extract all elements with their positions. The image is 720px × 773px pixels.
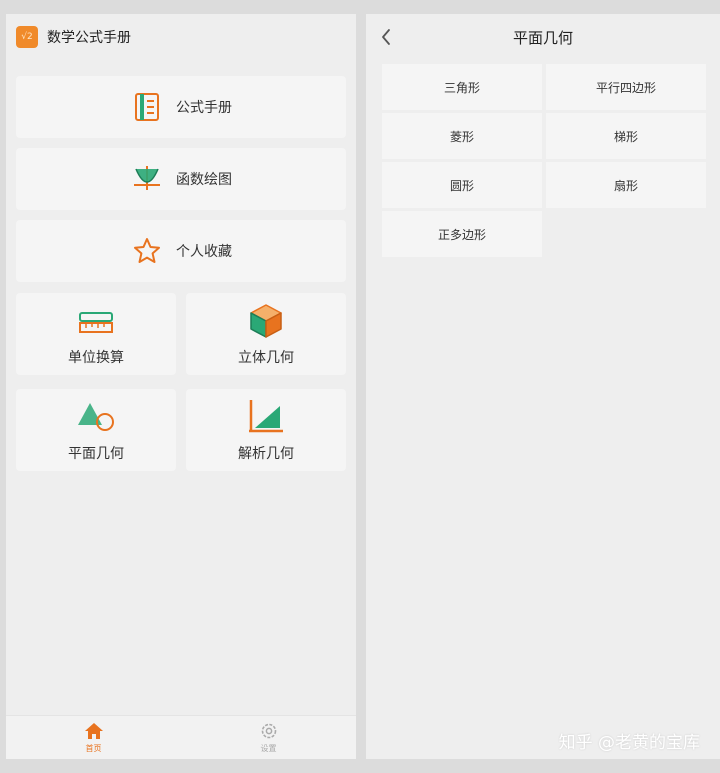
home-icon [84, 721, 104, 741]
menu-label: 平面几何 [68, 446, 124, 462]
bottom-tab-bar: 首页 设置 [6, 715, 356, 759]
shape-item-circle[interactable]: 圆形 [382, 162, 542, 208]
cube-icon [246, 301, 286, 341]
shape-item-trapezoid[interactable]: 梯形 [546, 113, 706, 159]
menu-analytic-geometry[interactable]: 解析几何 [186, 389, 346, 471]
function-plot-icon [130, 162, 164, 196]
page-title: 平面几何 [512, 28, 573, 47]
menu-label: 单位换算 [68, 350, 124, 366]
star-icon [130, 234, 164, 268]
menu-label: 解析几何 [238, 446, 294, 462]
menu-plane-geometry[interactable]: 平面几何 [16, 389, 176, 471]
watermark-text: 知乎 @老黄的宝库 [558, 733, 700, 753]
chevron-left-icon [382, 29, 390, 45]
plane-geometry-icon [76, 397, 116, 437]
menu-formula-handbook[interactable]: 公式手册 [16, 76, 346, 138]
formula-book-icon [130, 90, 164, 124]
settings-icon [259, 721, 279, 741]
menu-solid-geometry[interactable]: 立体几何 [186, 293, 346, 375]
shape-item-triangle[interactable]: 三角形 [382, 64, 542, 110]
tab-label: 设置 [260, 744, 277, 753]
menu-favorites[interactable]: 个人收藏 [16, 220, 346, 282]
menu-function-plot[interactable]: 函数绘图 [16, 148, 346, 210]
shape-item-rhombus[interactable]: 菱形 [382, 113, 542, 159]
home-screen: √2 数学公式手册 公式手册 函数绘图 个人收藏 单位换算 立体几何 平面几何 … [6, 14, 356, 759]
app-header: √2 数学公式手册 [6, 14, 356, 60]
tab-settings[interactable]: 设置 [181, 716, 356, 759]
menu-label: 函数绘图 [176, 172, 232, 188]
nav-bar: 平面几何 [366, 14, 720, 60]
shape-item-sector[interactable]: 扇形 [546, 162, 706, 208]
menu-label: 立体几何 [238, 350, 294, 366]
back-button[interactable] [374, 25, 398, 49]
shape-item-regular-polygon[interactable]: 正多边形 [382, 211, 542, 257]
shape-item-parallelogram[interactable]: 平行四边形 [546, 64, 706, 110]
tab-home[interactable]: 首页 [6, 716, 181, 759]
menu-unit-conversion[interactable]: 单位换算 [16, 293, 176, 375]
analytic-geometry-icon [246, 397, 286, 437]
app-logo: √2 [16, 26, 38, 48]
plane-geometry-screen: 平面几何 三角形 平行四边形 菱形 梯形 圆形 扇形 正多边形 知乎 @老黄的宝… [366, 14, 720, 759]
menu-label: 个人收藏 [176, 244, 232, 260]
tab-label: 首页 [85, 744, 102, 753]
shape-grid: 三角形 平行四边形 菱形 梯形 圆形 扇形 正多边形 [382, 64, 706, 257]
app-title: 数学公式手册 [47, 30, 131, 46]
ruler-icon [76, 301, 116, 341]
menu-label: 公式手册 [176, 100, 232, 116]
